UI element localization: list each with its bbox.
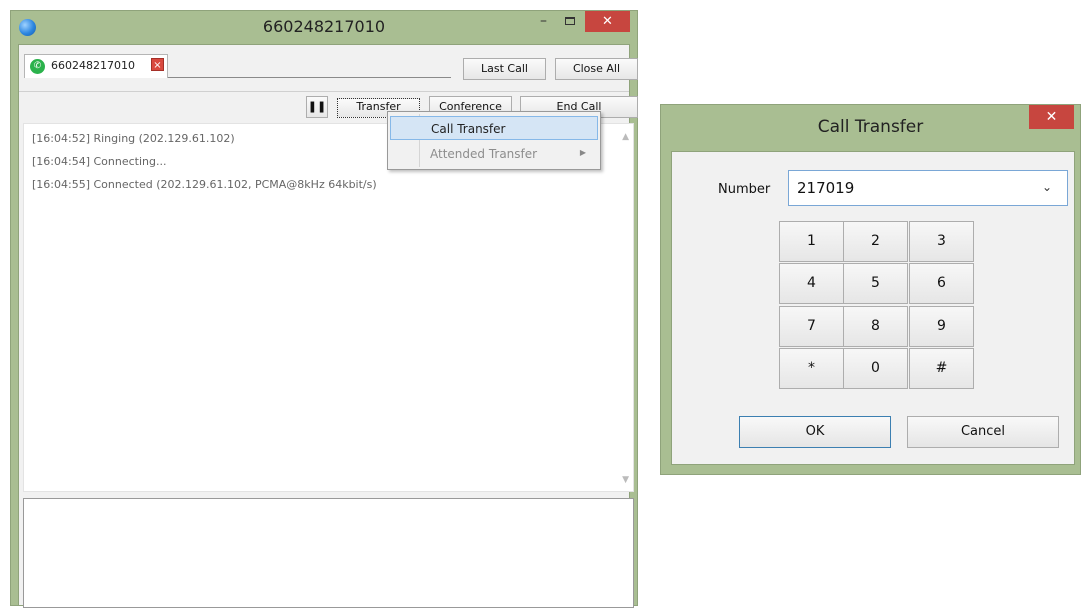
key-8[interactable]: 8 <box>843 306 908 347</box>
log-line: [16:04:55] Connected (202.129.61.102, PC… <box>32 178 377 191</box>
ok-button[interactable]: OK <box>739 416 891 448</box>
call-window-titlebar[interactable]: 660248217010 – ✕ <box>11 11 637 44</box>
log-line: [16:04:54] Connecting... <box>32 155 167 168</box>
close-all-button[interactable]: Close All <box>555 58 638 80</box>
dialog-close-button[interactable]: ✕ <box>1029 105 1074 129</box>
toolbar-divider <box>19 91 629 92</box>
dialog-client: Number ⌄ 1 2 3 4 5 6 7 8 9 * 0 # OK Canc… <box>671 151 1075 465</box>
hold-button[interactable]: ❚❚ <box>306 96 328 118</box>
transfer-menu: Call Transfer Attended Transfer ▶ <box>387 111 601 170</box>
menu-item-call-transfer[interactable]: Call Transfer <box>390 116 598 140</box>
menu-item-label: Call Transfer <box>431 122 506 136</box>
menu-item-label: Attended Transfer <box>430 147 538 161</box>
number-label: Number <box>718 182 771 197</box>
scroll-down-icon[interactable]: ▼ <box>622 475 629 485</box>
key-9[interactable]: 9 <box>909 306 974 347</box>
tab-close-button[interactable]: × <box>151 58 164 71</box>
minimize-button[interactable]: – <box>530 11 557 33</box>
window-close-button[interactable]: ✕ <box>585 11 630 32</box>
key-6[interactable]: 6 <box>909 263 974 304</box>
key-2[interactable]: 2 <box>843 221 908 262</box>
call-log[interactable]: [16:04:52] Ringing (202.129.61.102) [16:… <box>23 123 634 492</box>
maximize-button[interactable] <box>556 11 583 33</box>
maximize-icon <box>564 17 575 25</box>
number-dropdown-icon[interactable]: ⌄ <box>1042 180 1052 194</box>
submenu-arrow-icon: ▶ <box>579 148 586 157</box>
number-input[interactable] <box>788 170 1068 206</box>
cancel-button[interactable]: Cancel <box>907 416 1059 448</box>
key-5[interactable]: 5 <box>843 263 908 304</box>
key-7[interactable]: 7 <box>779 306 844 347</box>
whatsapp-phone-icon: ✆ <box>30 59 45 74</box>
key-0[interactable]: 0 <box>843 348 908 389</box>
dialog-title: Call Transfer <box>817 117 924 137</box>
call-tab[interactable]: ✆ 660248217010 × <box>24 54 168 78</box>
menu-item-attended-transfer[interactable]: Attended Transfer ▶ <box>390 142 598 166</box>
log-line: [16:04:52] Ringing (202.129.61.102) <box>32 132 235 145</box>
key-hash[interactable]: # <box>909 348 974 389</box>
scroll-up-icon[interactable]: ▲ <box>622 132 629 142</box>
key-1[interactable]: 1 <box>779 221 844 262</box>
key-3[interactable]: 3 <box>909 221 974 262</box>
call-transfer-dialog: Call Transfer ✕ Number ⌄ 1 2 3 4 5 6 7 8… <box>660 104 1081 475</box>
message-compose-area[interactable] <box>23 498 634 608</box>
key-4[interactable]: 4 <box>779 263 844 304</box>
call-tab-label: 660248217010 <box>51 59 135 72</box>
tab-strip-divider <box>168 77 451 78</box>
key-star[interactable]: * <box>779 348 844 389</box>
last-call-button[interactable]: Last Call <box>463 58 546 80</box>
call-window: 660248217010 – ✕ ✆ 660248217010 × Last C… <box>10 10 638 608</box>
